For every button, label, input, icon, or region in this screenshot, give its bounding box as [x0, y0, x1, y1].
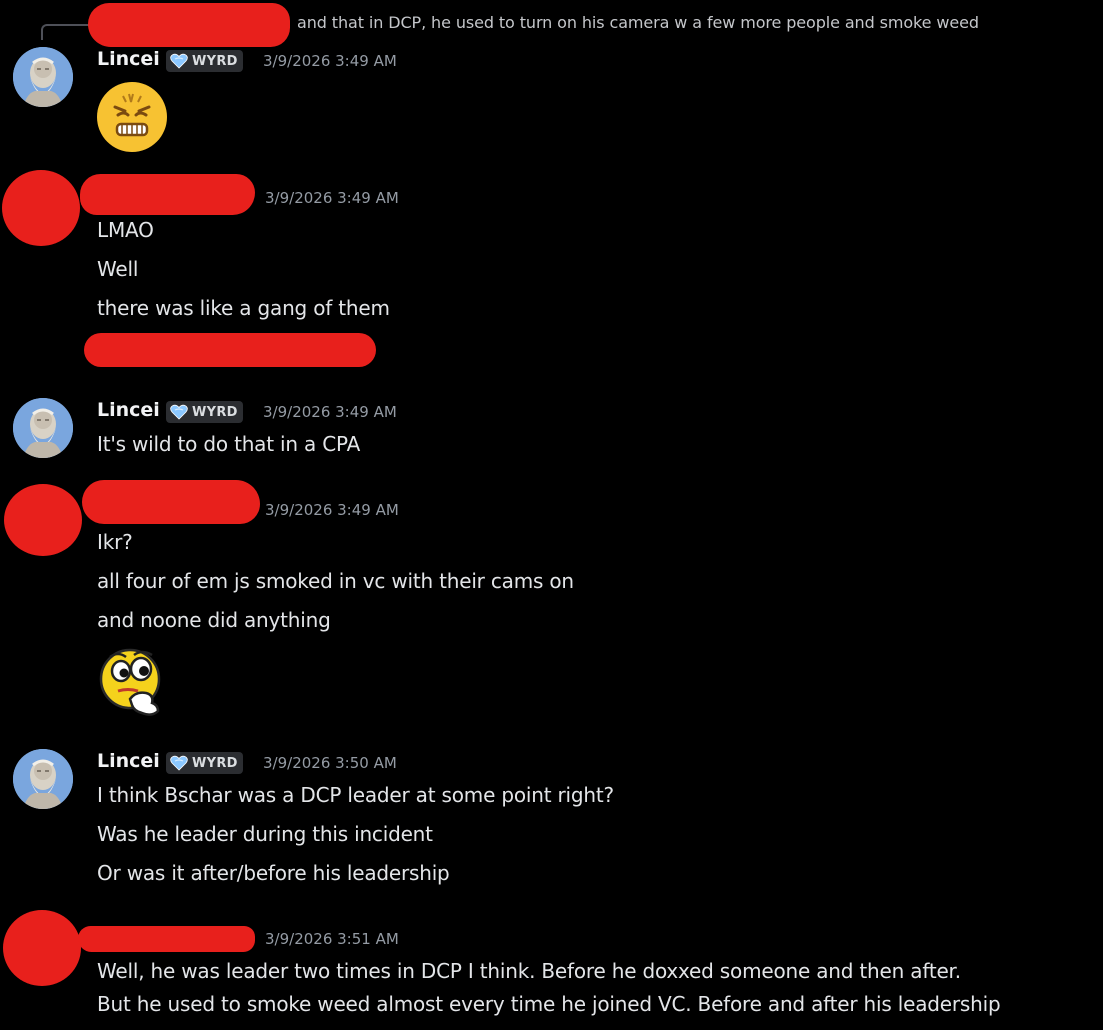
username[interactable]: Lincei [97, 750, 160, 772]
timestamp[interactable]: 3/9/2026 3:51 AM [265, 930, 399, 948]
heart-icon [170, 53, 188, 69]
server-tag[interactable]: WYRD [166, 752, 243, 774]
redacted-reply-author [88, 3, 290, 47]
server-tag-label: WYRD [192, 53, 238, 69]
username[interactable]: Lincei [97, 48, 160, 70]
redacted-username [80, 174, 255, 215]
message-text: and noone did anything [97, 608, 331, 632]
timestamp[interactable]: 3/9/2026 3:50 AM [263, 754, 397, 772]
avatar[interactable] [13, 749, 73, 809]
thinking-face-emoji[interactable] [96, 645, 170, 719]
server-tag-label: WYRD [192, 404, 238, 420]
server-tag[interactable]: WYRD [166, 50, 243, 72]
username[interactable]: Lincei [97, 399, 160, 421]
avatar[interactable] [13, 47, 73, 107]
message-text: LMAO [97, 218, 154, 242]
redacted-avatar [3, 910, 81, 986]
sweating-grimace-emoji[interactable] [95, 80, 169, 154]
reply-preview-text[interactable]: and that in DCP, he used to turn on his … [297, 13, 979, 32]
chat-view: and that in DCP, he used to turn on his … [0, 0, 1103, 1030]
reply-connector [41, 24, 89, 40]
timestamp[interactable]: 3/9/2026 3:49 AM [263, 52, 397, 70]
bust-portrait-icon [13, 398, 73, 458]
heart-icon [170, 404, 188, 420]
avatar[interactable] [13, 398, 73, 458]
timestamp[interactable]: 3/9/2026 3:49 AM [263, 403, 397, 421]
timestamp[interactable]: 3/9/2026 3:49 AM [265, 501, 399, 519]
server-tag-label: WYRD [192, 755, 238, 771]
bust-portrait-icon [13, 749, 73, 809]
message-text: I think Bschar was a DCP leader at some … [97, 783, 614, 807]
message-text: Or was it after/before his leadership [97, 861, 450, 885]
redacted-message-line [84, 333, 376, 367]
redacted-avatar [4, 484, 82, 556]
redacted-avatar [2, 170, 80, 246]
message-text: Well, he was leader two times in DCP I t… [97, 959, 961, 983]
redacted-username [82, 480, 260, 524]
message-text: It's wild to do that in a CPA [97, 432, 361, 456]
heart-icon [170, 755, 188, 771]
redacted-username [78, 926, 255, 952]
message-text: all four of em js smoked in vc with thei… [97, 569, 574, 593]
bust-portrait-icon [13, 47, 73, 107]
message-text: Was he leader during this incident [97, 822, 433, 846]
message-text: But he used to smoke weed almost every t… [97, 992, 1001, 1016]
server-tag[interactable]: WYRD [166, 401, 243, 423]
message-text: there was like a gang of them [97, 296, 390, 320]
message-text: Well [97, 257, 139, 281]
message-text: Ikr? [97, 530, 133, 554]
timestamp[interactable]: 3/9/2026 3:49 AM [265, 189, 399, 207]
